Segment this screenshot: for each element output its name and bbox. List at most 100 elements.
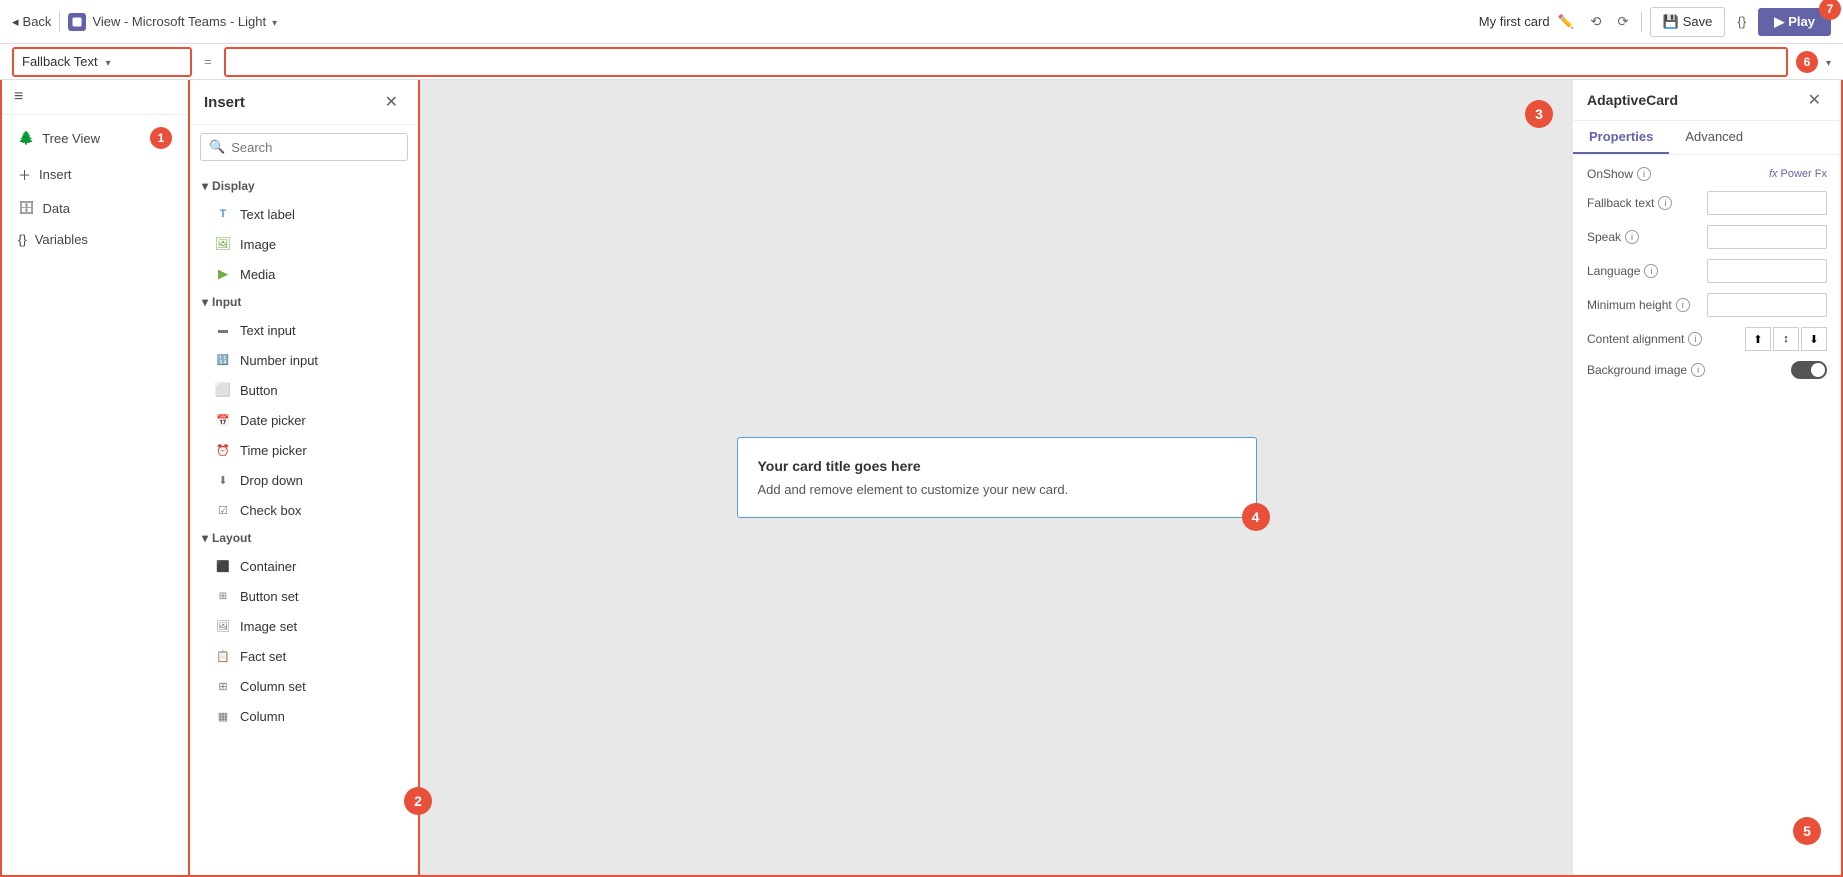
toolbar2-chevron[interactable] bbox=[1826, 54, 1831, 69]
prop-background-image-info[interactable]: i bbox=[1691, 363, 1705, 377]
prop-row-fallback-text: Fallback text i bbox=[1587, 191, 1827, 215]
insert-close-button[interactable]: ✕ bbox=[379, 90, 404, 114]
align-top-button[interactable]: ⬆ bbox=[1745, 327, 1771, 351]
category-input[interactable]: ▾ Input bbox=[190, 289, 418, 315]
number-input-icon: 🔢 bbox=[214, 351, 232, 369]
right-panel-title: AdaptiveCard bbox=[1587, 92, 1678, 108]
topbar: ◂ Back View - Microsoft Teams - Light My… bbox=[0, 0, 1843, 44]
media-label: Media bbox=[240, 267, 275, 282]
prop-input-fallback[interactable] bbox=[1707, 191, 1827, 215]
insert-item-button[interactable]: ⬜ Button bbox=[190, 375, 418, 405]
prop-speak-info[interactable]: i bbox=[1625, 230, 1639, 244]
check-box-label: Check box bbox=[240, 503, 301, 518]
edit-card-name-button[interactable]: ✏️ bbox=[1554, 10, 1579, 34]
insert-item-image-set[interactable]: 🖼 Image set bbox=[190, 611, 418, 641]
sidebar-item-insert[interactable]: ＋ Insert bbox=[2, 157, 188, 192]
prop-input-language[interactable] bbox=[1707, 259, 1827, 283]
category-display-label: Display bbox=[212, 179, 255, 193]
insert-item-column-set[interactable]: ⊞ Column set bbox=[190, 671, 418, 701]
insert-item-fact-set[interactable]: 📋 Fact set bbox=[190, 641, 418, 671]
insert-item-text-label[interactable]: T Text label bbox=[190, 199, 418, 229]
sidebar-item-variables[interactable]: {} Variables bbox=[2, 224, 188, 255]
category-layout-label: Layout bbox=[212, 531, 251, 545]
insert-item-drop-down[interactable]: ⬇ Drop down bbox=[190, 465, 418, 495]
button-set-icon: ⊞ bbox=[214, 587, 232, 605]
prop-row-language: Language i bbox=[1587, 259, 1827, 283]
text-input-icon: ▬ bbox=[214, 321, 232, 339]
insert-item-number-input[interactable]: 🔢 Number input bbox=[190, 345, 418, 375]
topbar-divider bbox=[59, 12, 60, 32]
align-middle-button[interactable]: ↕ bbox=[1773, 327, 1799, 351]
insert-item-container[interactable]: ⬛ Container bbox=[190, 551, 418, 581]
power-fx-button[interactable]: fx Power Fx bbox=[1769, 168, 1827, 180]
play-button[interactable]: ▶ Play 7 bbox=[1758, 8, 1831, 36]
save-button[interactable]: 💾 Save bbox=[1650, 7, 1726, 37]
redo-button[interactable]: ⟳ bbox=[1613, 10, 1632, 34]
prop-fallback-text: Fallback text bbox=[1587, 196, 1654, 210]
insert-item-time-picker[interactable]: ⏰ Time picker bbox=[190, 435, 418, 465]
media-icon: ▶ bbox=[214, 265, 232, 283]
prop-row-background-image: Background image i bbox=[1587, 361, 1827, 379]
formula-bar bbox=[224, 47, 1788, 77]
insert-title: Insert bbox=[204, 94, 245, 111]
insert-item-media[interactable]: ▶ Media bbox=[190, 259, 418, 289]
container-label: Container bbox=[240, 559, 296, 574]
equals-sign: = bbox=[200, 54, 216, 69]
hamburger-icon[interactable] bbox=[14, 88, 23, 106]
search-input[interactable] bbox=[231, 140, 407, 155]
sidebar-item-tree-view[interactable]: 🌲 Tree View 1 bbox=[2, 119, 188, 157]
column-label: Column bbox=[240, 709, 285, 724]
prop-input-min-height[interactable] bbox=[1707, 293, 1827, 317]
fallback-text-label: Fallback Text bbox=[22, 54, 98, 69]
category-display[interactable]: ▾ Display bbox=[190, 173, 418, 199]
align-bottom-button[interactable]: ⬇ bbox=[1801, 327, 1827, 351]
category-layout[interactable]: ▾ Layout bbox=[190, 525, 418, 551]
data-label: Data bbox=[43, 201, 70, 216]
formula-input[interactable] bbox=[226, 54, 1786, 69]
button-label: Button bbox=[240, 383, 278, 398]
container-icon: ⬛ bbox=[214, 557, 232, 575]
background-image-toggle[interactable] bbox=[1791, 361, 1827, 379]
fx-icon: fx bbox=[1769, 168, 1778, 180]
data-icon: 🗄 bbox=[18, 200, 35, 216]
tab-properties[interactable]: Properties bbox=[1573, 121, 1669, 154]
prop-language-info[interactable]: i bbox=[1644, 264, 1658, 278]
sidebar-header bbox=[2, 80, 188, 115]
app-title: View - Microsoft Teams - Light bbox=[68, 13, 277, 31]
search-icon: 🔍 bbox=[209, 139, 225, 155]
prop-content-alignment-info[interactable]: i bbox=[1688, 332, 1702, 346]
alignment-buttons: ⬆ ↕ ⬇ bbox=[1745, 327, 1827, 351]
insert-item-check-box[interactable]: ☑ Check box bbox=[190, 495, 418, 525]
sidebar-item-data[interactable]: 🗄 Data bbox=[2, 192, 188, 224]
column-set-icon: ⊞ bbox=[214, 677, 232, 695]
app-title-chevron[interactable] bbox=[272, 14, 277, 29]
time-picker-label: Time picker bbox=[240, 443, 307, 458]
right-panel: AdaptiveCard ✕ Properties Advanced OnSho… bbox=[1573, 80, 1843, 877]
right-panel-close-button[interactable]: ✕ bbox=[1802, 88, 1827, 112]
undo-button[interactable]: ⟲ bbox=[1586, 10, 1605, 34]
category-input-label: Input bbox=[212, 295, 241, 309]
insert-item-column[interactable]: ▦ Column bbox=[190, 701, 418, 731]
prop-min-height-info[interactable]: i bbox=[1676, 298, 1690, 312]
prop-onshow-info[interactable]: i bbox=[1637, 167, 1651, 181]
prop-value-onshow: fx Power Fx bbox=[1769, 168, 1827, 180]
insert-item-text-input[interactable]: ▬ Text input bbox=[190, 315, 418, 345]
insert-item-date-picker[interactable]: 📅 Date picker bbox=[190, 405, 418, 435]
tab-advanced[interactable]: Advanced bbox=[1669, 121, 1759, 154]
prop-fallback-info[interactable]: i bbox=[1658, 196, 1672, 210]
prop-input-speak[interactable] bbox=[1707, 225, 1827, 249]
prop-label-language: Language i bbox=[1587, 264, 1658, 278]
date-picker-label: Date picker bbox=[240, 413, 306, 428]
code-button[interactable]: {} bbox=[1733, 10, 1750, 33]
topbar-left: ◂ Back View - Microsoft Teams - Light bbox=[12, 12, 277, 32]
fallback-select[interactable]: Fallback Text bbox=[12, 47, 192, 77]
drop-down-icon: ⬇ bbox=[214, 471, 232, 489]
insert-item-button-set[interactable]: ⊞ Button set bbox=[190, 581, 418, 611]
image-set-label: Image set bbox=[240, 619, 297, 634]
image-icon: 🖼 bbox=[214, 235, 232, 253]
badge-4: 4 bbox=[1242, 503, 1270, 531]
insert-item-image[interactable]: 🖼 Image bbox=[190, 229, 418, 259]
prop-row-onshow: OnShow i fx Power Fx bbox=[1587, 167, 1827, 181]
back-button[interactable]: ◂ Back bbox=[12, 14, 51, 30]
prop-onshow-text: OnShow bbox=[1587, 167, 1633, 181]
